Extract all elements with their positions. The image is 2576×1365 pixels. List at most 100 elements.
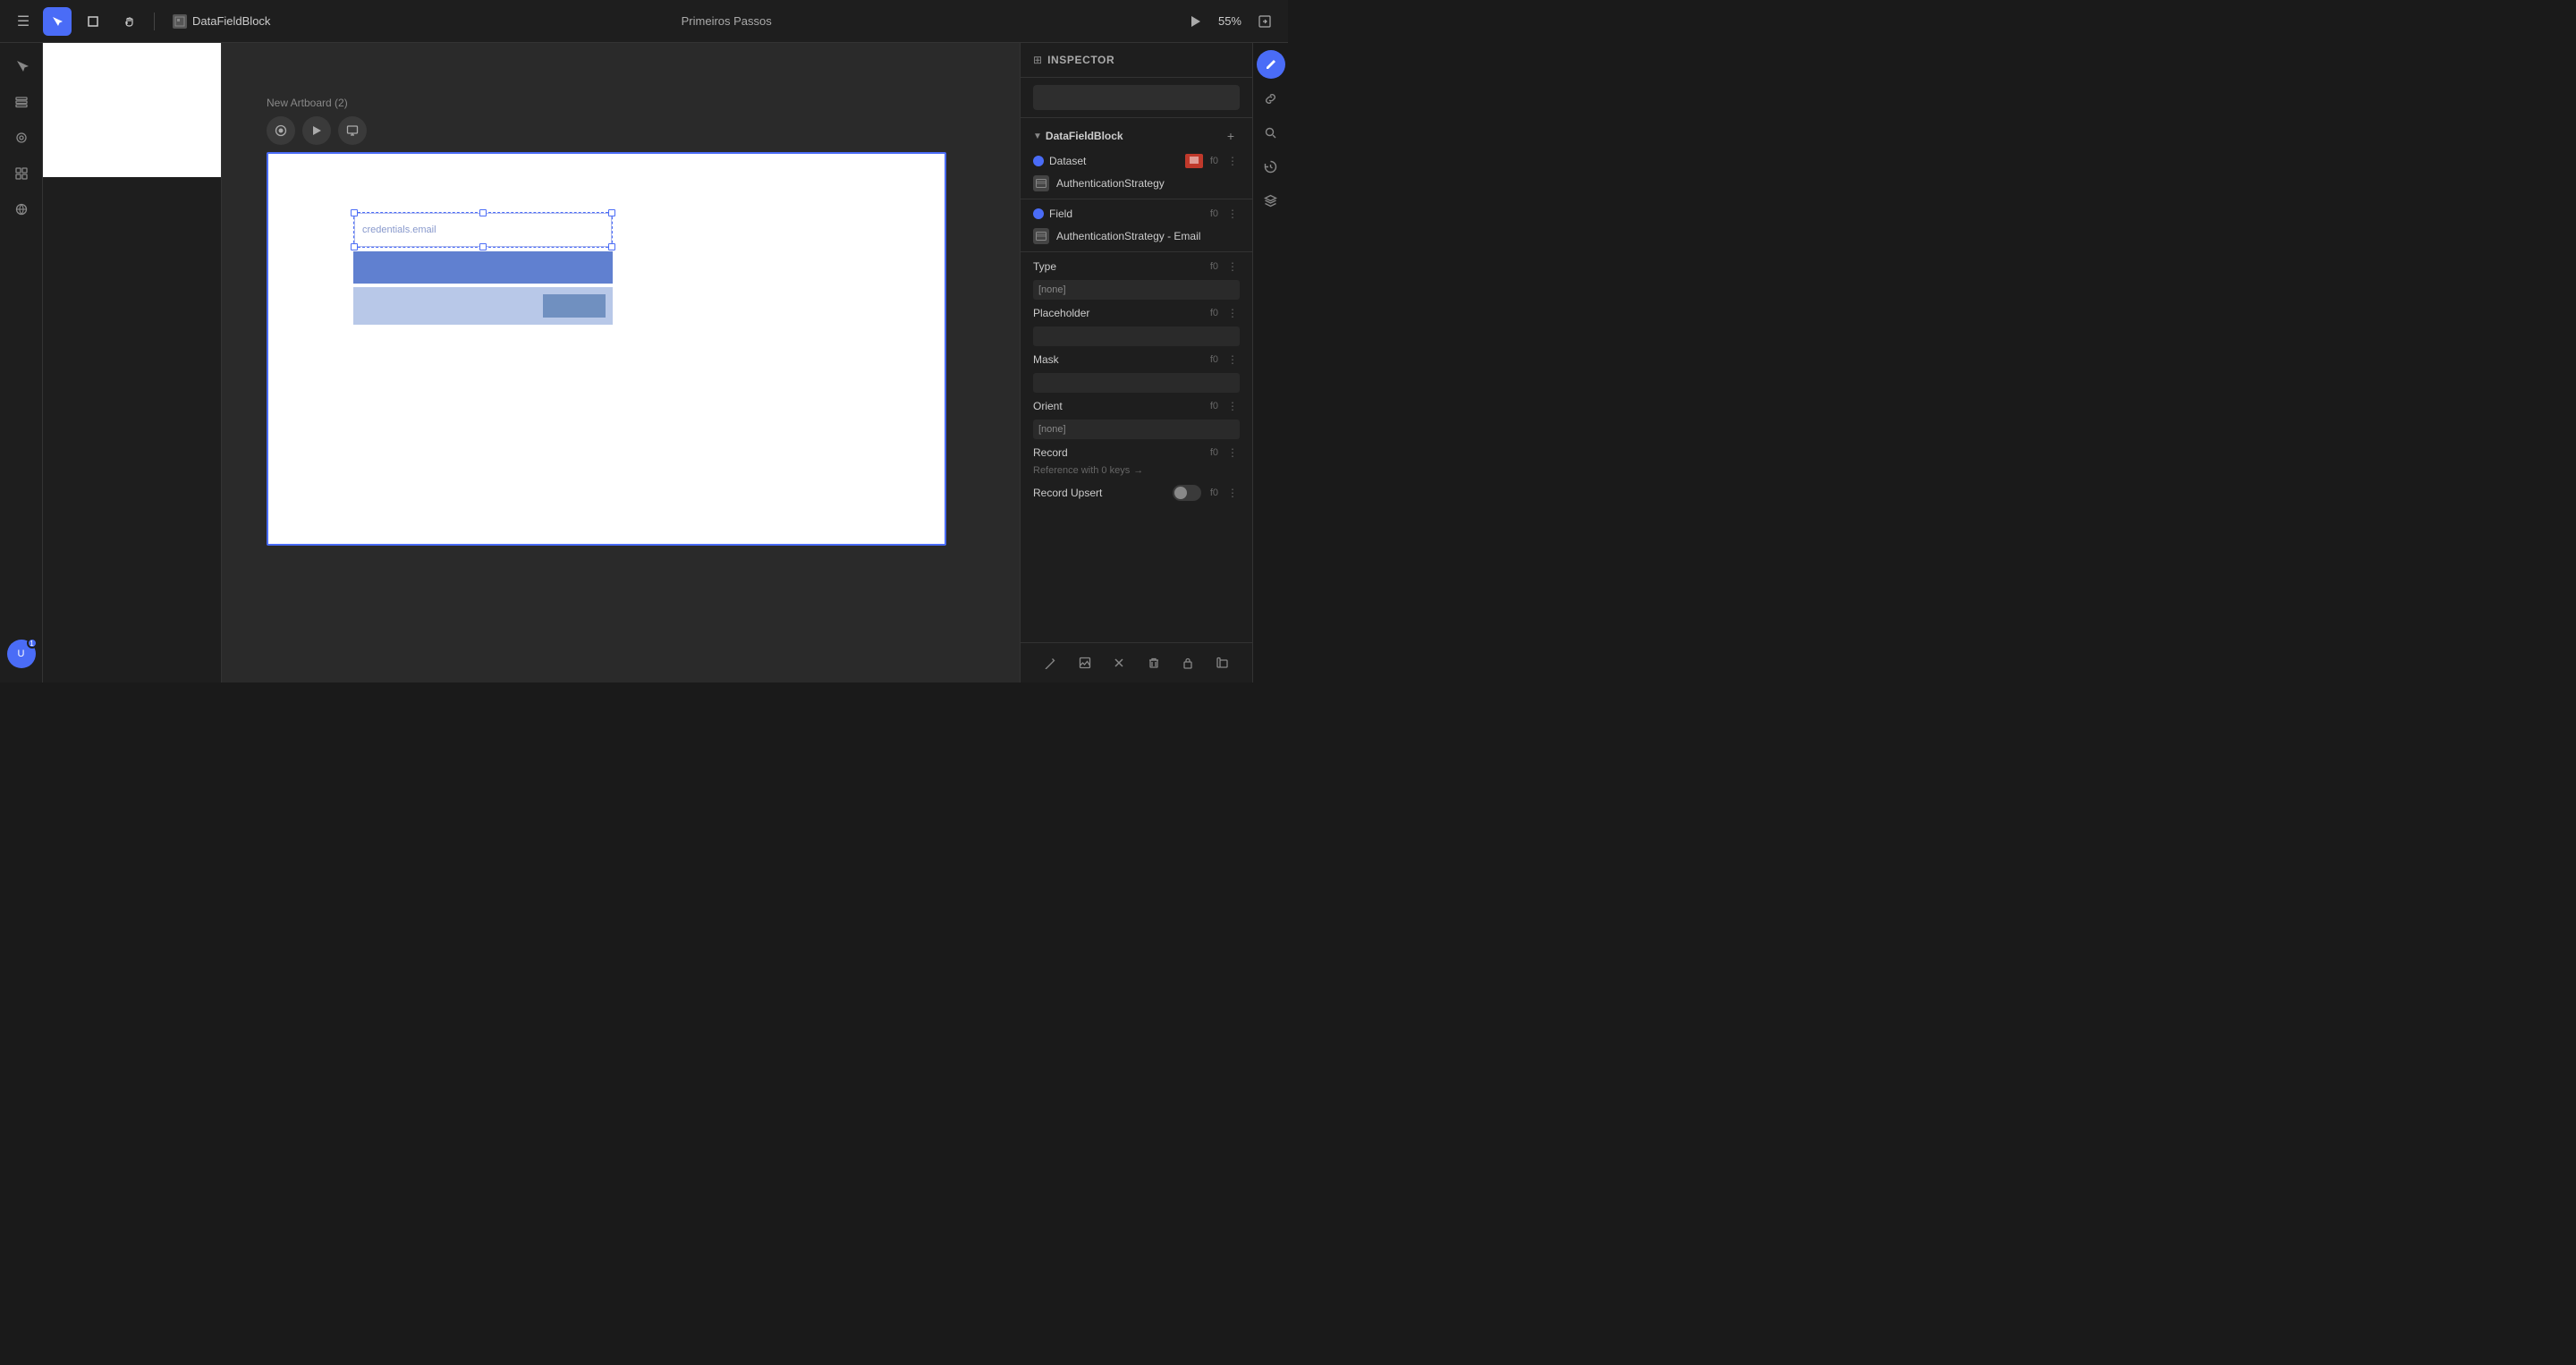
far-right-layers-btn[interactable] [1257, 186, 1285, 215]
sidebar-item-grid[interactable] [5, 157, 38, 190]
sidebar-bottom: U 1 [7, 640, 36, 675]
type-value[interactable]: [none] [1033, 280, 1240, 300]
field-menu[interactable]: ⋮ [1225, 207, 1240, 221]
play-button[interactable] [1182, 9, 1208, 34]
inspector-icon: ⊞ [1033, 54, 1042, 66]
toolbar-close-btn[interactable] [1106, 650, 1131, 675]
menu-icon[interactable]: ☰ [11, 9, 36, 34]
topbar-right: 55% [1182, 9, 1277, 34]
placeholder-menu[interactable]: ⋮ [1225, 306, 1240, 320]
topbar: ☰ DataFieldBlock [0, 0, 1288, 43]
record-menu[interactable]: ⋮ [1225, 445, 1240, 460]
share-button[interactable] [1252, 9, 1277, 34]
sidebar-item-layers[interactable] [5, 86, 38, 118]
avatar-badge: 1 [27, 638, 38, 649]
placeholder-f0: f0 [1210, 308, 1218, 318]
placeholder-value[interactable] [1033, 326, 1240, 346]
record-upsert-row: Record Upsert f0 ⋮ [1021, 481, 1252, 504]
record-f0: f0 [1210, 447, 1218, 458]
strategy-email-icon [1033, 228, 1049, 244]
mask-value[interactable] [1033, 373, 1240, 393]
section-title-datafieldblock: ▼ DataFieldBlock [1033, 130, 1123, 142]
topbar-title: Primeiros Passos [682, 14, 772, 28]
handle-top-left[interactable] [351, 209, 358, 216]
handle-top-right[interactable] [608, 209, 615, 216]
far-right-panel [1252, 43, 1288, 682]
prop-row-orient: Orient f0 ⋮ [1021, 395, 1252, 417]
toolbar-copy-btn[interactable] [1210, 650, 1235, 675]
main-layout: U 1 New Artboard (2) [0, 43, 1288, 682]
artboard-frame[interactable]: credentials.email [267, 152, 946, 546]
strategy-icon [1033, 175, 1049, 191]
section-header-datafieldblock: ▼ DataFieldBlock + [1021, 117, 1252, 150]
canvas-area[interactable]: New Artboard (2) [222, 43, 1020, 682]
toolbar-image-btn[interactable] [1072, 650, 1097, 675]
dataset-f0: f0 [1210, 156, 1218, 166]
filename-icon [173, 14, 187, 29]
far-right-history-btn[interactable] [1257, 152, 1285, 181]
artboard-controls [267, 116, 946, 145]
tool-hand[interactable] [114, 7, 143, 36]
prop-row-dataset: Dataset f0 ⋮ [1021, 150, 1252, 172]
left-sidebar: U 1 [0, 43, 43, 682]
toolbar-edit-btn[interactable] [1038, 650, 1063, 675]
mask-label: Mask [1033, 353, 1205, 366]
section-add-button[interactable]: + [1222, 127, 1240, 145]
field-dot [1033, 208, 1044, 219]
toolbar-trash-btn[interactable] [1141, 650, 1166, 675]
avatar[interactable]: U 1 [7, 640, 36, 668]
orient-menu[interactable]: ⋮ [1225, 399, 1240, 413]
record-upsert-toggle[interactable] [1173, 485, 1201, 501]
chevron-icon: ▼ [1033, 131, 1042, 141]
strategy-row-authentication: AuthenticationStrategy [1021, 172, 1252, 195]
mask-menu[interactable]: ⋮ [1225, 352, 1240, 367]
layers-panel [43, 43, 222, 682]
topbar-separator [154, 13, 155, 30]
record-ref-row[interactable]: Reference with 0 keys → [1021, 463, 1252, 481]
selected-component[interactable]: credentials.email [353, 212, 613, 325]
placeholder-label: Placeholder [1033, 307, 1205, 319]
prop-row-type: Type f0 ⋮ [1021, 256, 1252, 277]
orient-f0: f0 [1210, 401, 1218, 411]
placeholder-value-row [1021, 324, 1252, 349]
far-right-search-btn[interactable] [1257, 118, 1285, 147]
authentication-strategy-label: AuthenticationStrategy [1056, 177, 1240, 190]
sidebar-item-cursor[interactable] [5, 50, 38, 82]
handle-top-middle[interactable] [479, 209, 487, 216]
artboard-play-btn[interactable] [302, 116, 331, 145]
sidebar-item-components[interactable] [5, 122, 38, 154]
inspector-placeholder-bar [1033, 85, 1240, 110]
type-value-row: [none] [1021, 277, 1252, 302]
far-right-link-btn[interactable] [1257, 84, 1285, 113]
artboard-screen-btn[interactable] [338, 116, 367, 145]
dataset-menu[interactable]: ⋮ [1225, 154, 1240, 168]
tool-crop[interactable] [79, 7, 107, 36]
prop-row-field: Field f0 ⋮ [1021, 203, 1252, 225]
handle-bottom-left[interactable] [351, 243, 358, 250]
tool-select[interactable] [43, 7, 72, 36]
artboard-preview-btn[interactable] [267, 116, 295, 145]
type-f0: f0 [1210, 261, 1218, 272]
handle-bottom-middle[interactable] [479, 243, 487, 250]
orient-value[interactable]: [none] [1033, 420, 1240, 439]
handle-bottom-right[interactable] [608, 243, 615, 250]
topbar-filename: DataFieldBlock [173, 14, 270, 29]
record-upsert-label: Record Upsert [1033, 487, 1167, 499]
record-upsert-menu[interactable]: ⋮ [1225, 486, 1240, 500]
prop-row-placeholder: Placeholder f0 ⋮ [1021, 302, 1252, 324]
toggle-knob [1174, 487, 1187, 499]
sidebar-item-globe[interactable] [5, 193, 38, 225]
bottom-section [353, 287, 613, 325]
orient-value-row: [none] [1021, 417, 1252, 442]
strategy-row-email: AuthenticationStrategy - Email [1021, 225, 1252, 248]
record-ref-text: Reference with 0 keys [1033, 465, 1130, 476]
toolbar-lock-btn[interactable] [1175, 650, 1200, 675]
type-menu[interactable]: ⋮ [1225, 259, 1240, 274]
record-ref-arrow: → [1133, 465, 1143, 476]
blue-bar [353, 251, 613, 284]
topbar-center: Primeiros Passos [270, 14, 1182, 28]
dataset-type-icon[interactable] [1185, 154, 1203, 168]
inspector-header: ⊞ INSPECTOR [1021, 43, 1252, 78]
far-right-edit-btn[interactable] [1257, 50, 1285, 79]
orient-label: Orient [1033, 400, 1205, 412]
